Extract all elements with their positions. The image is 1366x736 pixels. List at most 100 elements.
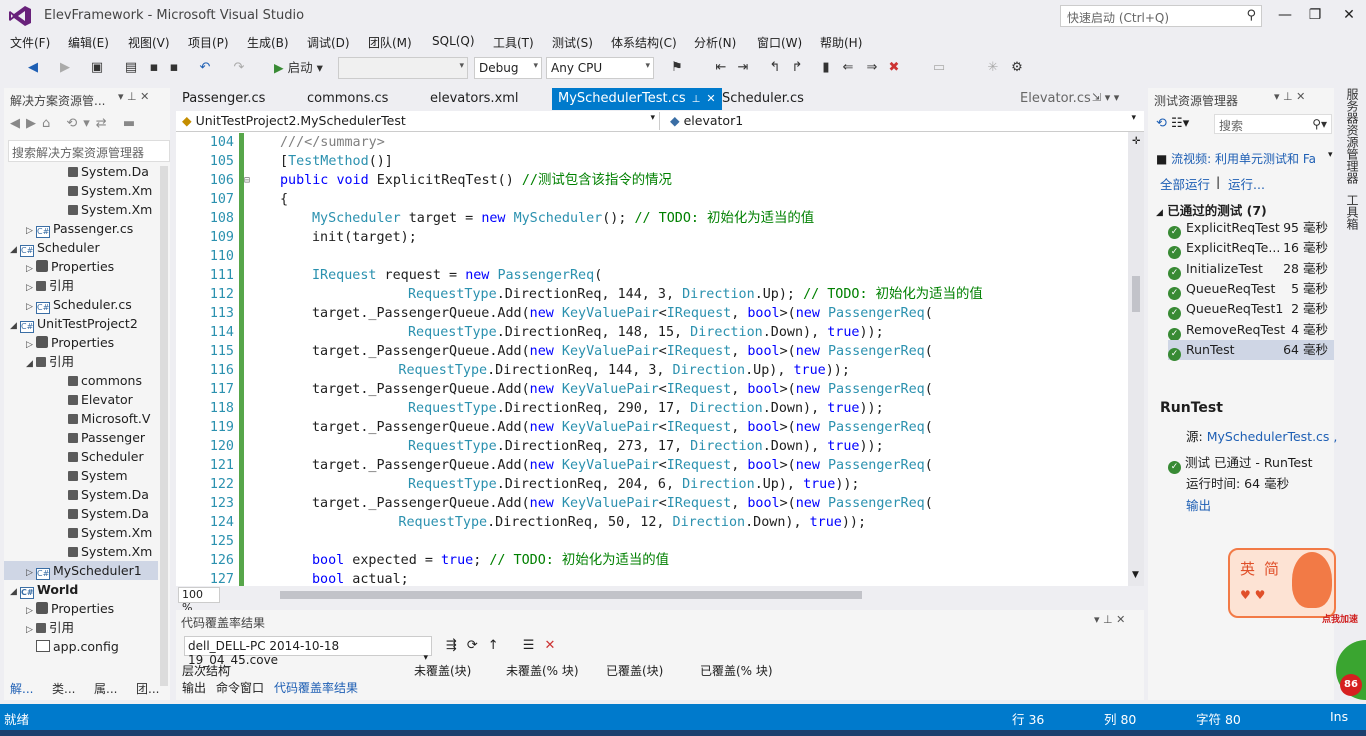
tree-item[interactable]: Elevator [4,390,158,409]
menu-item[interactable]: 文件(F) [10,34,50,51]
tree-item[interactable]: Scheduler [4,447,158,466]
editor-vertical-scrollbar[interactable]: ✛ ▼ [1128,132,1144,586]
open-file-icon[interactable]: ▤ [122,58,140,78]
menu-item[interactable]: 工具(T) [493,34,534,51]
tree-item[interactable]: ▷ C# Passenger.cs [4,219,158,238]
tree-item[interactable]: ▷ C# MyScheduler1 [4,561,158,580]
doc-tab[interactable]: Elevator.cs [1014,88,1097,110]
delete-icon[interactable]: ✕ [544,638,565,653]
menu-item[interactable]: 帮助(H) [820,34,862,51]
menu-item[interactable]: SQL(Q) [432,34,475,48]
close-tab-icon[interactable]: ✕ [706,92,715,105]
tree-item[interactable]: ◢ 引用 [4,352,158,371]
tree-item[interactable]: Microsoft.V [4,409,158,428]
code-text[interactable]: target._PassengerQueue.Add(new KeyValueP… [312,304,933,323]
test-row[interactable]: ✓ InitializeTest 28 毫秒 [1168,259,1334,280]
coverage-column-header[interactable]: 未覆盖(% 块) [506,662,579,679]
new-project-icon[interactable]: ▣ [88,58,106,78]
solution-bottom-tab[interactable]: 属... [94,680,117,697]
code-editor[interactable]: 104 ///</summary> 105 [TestMethod()] 106 ⊟ pub… [176,132,1128,586]
tree-item[interactable]: ◢ C# UnitTestProject2 [4,314,158,333]
coverage-file-combo[interactable]: dell_DELL-PC 2014-10-18 19_04_45.cove ▾ [184,636,432,667]
tree-item[interactable]: System.Xm [4,200,158,219]
tree-item[interactable]: ▷ 引用 [4,276,158,295]
forward-icon[interactable]: ▶ [56,58,74,78]
test-panel-menu-icon[interactable]: ▾ ⊥ ✕ [1274,90,1305,103]
solution-config-combo[interactable]: ▾ [338,57,468,79]
tree-item[interactable]: ▷ Properties [4,257,158,276]
code-text[interactable]: RequestType.DirectionReq, 273, 17, Direc… [408,437,884,456]
menu-item[interactable]: 体系结构(C) [611,34,677,51]
code-text[interactable]: RequestType.DirectionReq, 204, 6, Direct… [408,475,860,494]
code-text[interactable]: IRequest request = new PassengerReq( [312,266,602,285]
menu-item[interactable]: 团队(M) [368,34,412,51]
code-text[interactable]: bool expected = true; // TODO: 初始化为适当的值 [312,551,669,570]
clear-bookmarks-icon[interactable]: ✖ [886,58,902,78]
close-button[interactable]: ✕ [1334,4,1364,26]
refresh-icon[interactable]: ⟲ [1156,116,1167,131]
test-row[interactable]: ✓ ExplicitReqTe... 16 毫秒 [1168,238,1334,260]
panel-menu-icon[interactable]: ▾ ⊥ ✕ [118,90,149,103]
code-text[interactable]: target._PassengerQueue.Add(new KeyValueP… [312,418,933,437]
tree-item[interactable]: ▷ Properties [4,599,158,618]
source-link[interactable]: MySchedulerTest.cs , [1207,429,1338,444]
bottom-tool-tab[interactable]: 代码覆盖率结果 [274,679,358,696]
bottom-tool-tab[interactable]: 命令窗口 [216,679,264,696]
code-text[interactable]: RequestType.DirectionReq, 144, 3, Direct… [408,285,983,304]
bookmark-icon[interactable]: ▮ [818,58,834,78]
tree-item[interactable]: System.Xm [4,542,158,561]
tree-item[interactable]: ▷ Properties [4,333,158,352]
coverage-column-header[interactable]: 未覆盖(块) [414,662,471,679]
scroll-thumb[interactable] [1132,276,1140,312]
menu-item[interactable]: 编辑(E) [68,34,109,51]
find-icon[interactable]: ▭ [930,58,948,78]
doc-tab[interactable]: Passenger.cs [176,88,271,110]
outdent-icon[interactable]: ⇥ [734,58,752,78]
run-link[interactable]: 运行... [1228,174,1265,193]
coverage-column-header[interactable]: 已覆盖(块) [606,662,663,679]
code-text[interactable]: bool actual; [312,570,409,586]
tree-item[interactable]: System.Da [4,504,158,523]
code-text[interactable]: [TestMethod()] [280,152,393,171]
prev-bookmark-icon[interactable]: ⇐ [840,58,856,78]
configuration-combo[interactable]: Debug ▾ [474,57,542,79]
menu-item[interactable]: 调试(D) [307,34,350,51]
solution-bottom-tab[interactable]: 解... [10,680,33,697]
quick-launch-input[interactable]: 快速启动 (Ctrl+Q) ⚲ [1060,5,1262,27]
tree-item[interactable]: ▷ C# Scheduler.cs [4,295,158,314]
save-all-icon[interactable]: ▪ [166,58,182,78]
tree-item[interactable]: app.config [4,637,158,656]
extensions-icon[interactable]: ⚙ [1008,58,1026,78]
tree-item[interactable]: ◢ C# World [4,580,158,599]
code-text[interactable]: ///</summary> [280,133,385,152]
maximize-button[interactable]: ❐ [1300,4,1330,26]
redo-icon[interactable]: ↷ [230,58,248,78]
zoom-combo[interactable]: 100 % [178,587,220,614]
tree-item[interactable]: System.Xm [4,181,158,200]
code-text[interactable]: RequestType.DirectionReq, 50, 12, Direct… [398,513,866,532]
coverage-toolbar[interactable]: ⇶⟳↑ ☰✕ [446,638,565,653]
solution-bottom-tab[interactable]: 团... [136,680,159,697]
solution-scrollbar[interactable] [160,166,168,686]
doc-tab[interactable]: elevators.xml [424,88,525,110]
start-debugging-button[interactable]: ▶ 启动 ▾ [274,58,334,78]
speedup-badge[interactable]: 点我加速 [1322,612,1358,625]
coverage-panel-menu-icon[interactable]: ▾ ⊥ ✕ [1094,613,1125,626]
test-search-input[interactable]: 搜索 ⚲▾ [1214,114,1332,134]
menu-item[interactable]: 生成(B) [247,34,289,51]
collapse-icon[interactable]: ⊟ [244,171,250,190]
solution-toolbar[interactable]: ◀▶⌂ ⟲▾⇄ ▬ [10,116,141,131]
menu-item[interactable]: 视图(V) [128,34,170,51]
class-combo[interactable]: ◆ UnitTestProject2.MySchedulerTest ▾ [178,112,660,130]
comment-icon[interactable]: ↰ [766,58,784,78]
code-text[interactable]: target._PassengerQueue.Add(new KeyValueP… [312,456,933,475]
playlist-dropdown-icon[interactable]: ▾ [1328,150,1333,160]
indent-icon[interactable]: ⇤ [712,58,730,78]
member-combo[interactable]: ◆ elevator1 ▾ [666,112,1140,130]
code-text[interactable]: target._PassengerQueue.Add(new KeyValueP… [312,494,933,513]
toolbox-tab[interactable]: 工具箱 [1344,194,1361,230]
tree-item[interactable]: System.Xm [4,523,158,542]
tree-item[interactable]: ▷ 引用 [4,618,158,637]
settings-icon[interactable]: ✳ [984,58,1002,78]
code-text[interactable]: target._PassengerQueue.Add(new KeyValueP… [312,380,933,399]
